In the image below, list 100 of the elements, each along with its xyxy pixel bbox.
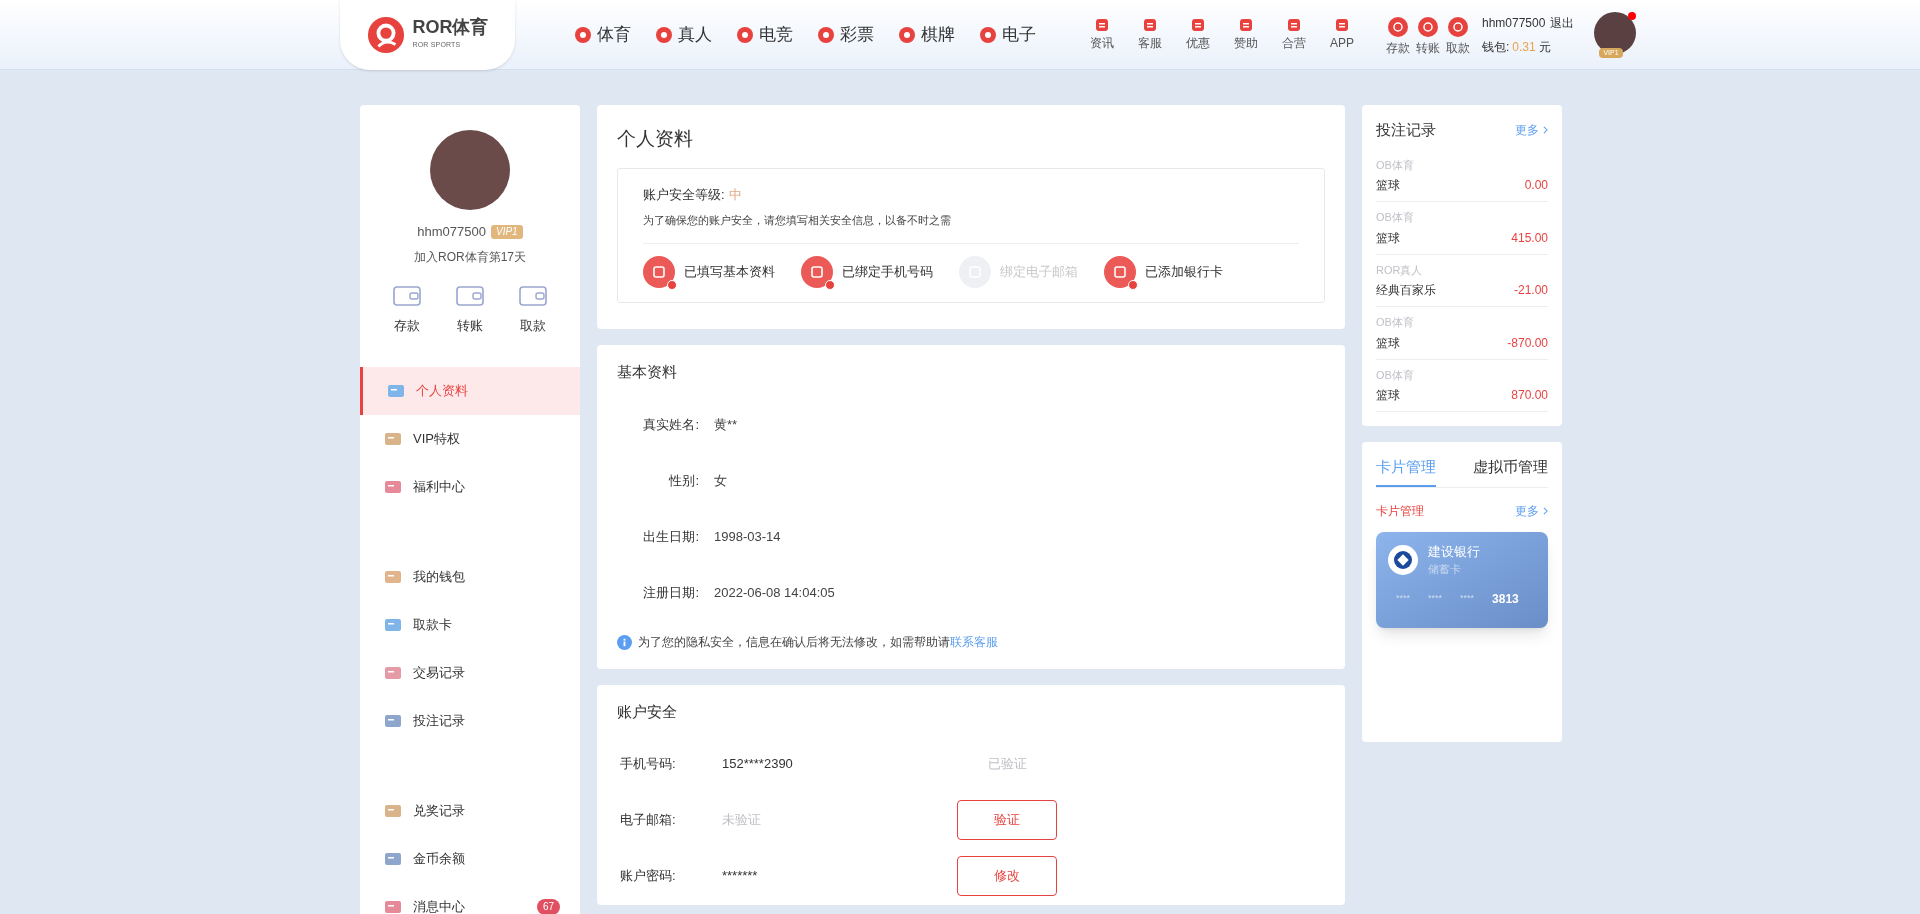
bet-platform: OB体育 [1376, 315, 1415, 330]
field-label: 电子邮箱: [619, 810, 677, 829]
unread-count-badge: 67 [536, 899, 560, 914]
wallet-label: 钱包: [1482, 38, 1510, 56]
nav-link[interactable]: 彩票 [818, 21, 874, 48]
bet-game: 篮球 [1376, 387, 1400, 404]
nav-link[interactable]: 棋牌 [899, 21, 955, 48]
menu-item[interactable]: 取款卡 [360, 601, 580, 649]
menu-item[interactable]: 兑奖记录 [360, 787, 580, 835]
header-username: hhm077500 [1482, 14, 1546, 32]
menu-item[interactable]: 交易记录 [360, 649, 580, 697]
chevron-right-icon [1543, 126, 1548, 135]
info-icon [617, 634, 632, 650]
bet-amount: 415.00 [1511, 229, 1548, 247]
logo-title: ROR体育 [412, 18, 489, 37]
tab[interactable]: 虚拟币管理 [1473, 456, 1548, 487]
nav-link[interactable]: 真人 [656, 21, 712, 48]
bet-platform: OB体育 [1376, 367, 1415, 383]
bet-amount: -21.00 [1513, 282, 1548, 299]
nav-link[interactable]: 电子 [980, 21, 1036, 48]
security-note: 为了确保您的账户安全，请您填写相关安全信息，以备不时之需 [643, 213, 952, 228]
card-number-mask: **** [1460, 591, 1475, 605]
sidebar-username: hhm077500 [417, 223, 486, 241]
security-level: 中 [728, 185, 742, 204]
bet-platform: OB体育 [1376, 210, 1415, 225]
menu-item[interactable]: 我的钱包 [360, 553, 580, 601]
card-title: 投注记录 [1376, 120, 1436, 140]
field-value: 152****2390 [722, 754, 794, 773]
bet-amount: -870.00 [1507, 334, 1548, 352]
bet-amount: 870.00 [1511, 387, 1548, 404]
nav-link[interactable]: 体育 [575, 21, 631, 48]
field-label: 真实姓名: [642, 416, 700, 435]
bet-game: 篮球 [1376, 177, 1400, 194]
nav-icon [899, 26, 915, 43]
field-label: 注册日期: [642, 584, 700, 603]
field-value: 黄** [714, 416, 738, 435]
nav-icon [575, 26, 591, 43]
tool-link[interactable]: 优惠 [1184, 17, 1212, 52]
tool-link[interactable]: 客服 [1136, 17, 1164, 52]
bet-amount: 0.00 [1524, 177, 1548, 194]
wallet-amount: 0.31 [1512, 38, 1536, 56]
wallet-unit: 元 [1538, 38, 1551, 56]
menu-item[interactable]: VIP特权 [360, 415, 580, 463]
card-type: 储蓄卡 [1428, 562, 1462, 577]
menu-item[interactable]: 消息中心 67 [360, 883, 580, 914]
menu-item[interactable]: 金币余额 [360, 835, 580, 883]
menu-item[interactable]: 福利中心 [360, 463, 580, 511]
security-label: 账户安全等级: [643, 185, 725, 204]
field-label: 手机号码: [619, 754, 677, 773]
verification-status: 已验证 [986, 754, 1028, 773]
field-label: 出生日期: [642, 528, 700, 547]
wallet-action-icon [1448, 16, 1468, 37]
field-value: 1998-03-14 [714, 528, 781, 547]
tool-link[interactable]: 赞助 [1232, 17, 1260, 52]
sidebar-action-icon [392, 283, 421, 308]
card-title: 个人资料 [617, 127, 694, 151]
bank-name: 建设银行 [1428, 542, 1480, 561]
sidebar-action[interactable]: 转账 [456, 283, 484, 335]
nav-link[interactable]: 电竞 [737, 21, 793, 48]
nav-icon [818, 26, 834, 43]
tool-link[interactable]: APP [1328, 17, 1356, 52]
wallet-action[interactable]: 存款 [1386, 16, 1410, 57]
vip-badge: VIP1 [491, 224, 523, 239]
join-days: 加入ROR体育第17天 [414, 247, 526, 266]
security-check-label: 已添加银行卡 [1145, 262, 1223, 281]
card-title: 基本资料 [617, 361, 678, 382]
logout-link[interactable]: 退出 [1550, 13, 1575, 32]
sidebar-action[interactable]: 存款 [392, 283, 421, 335]
logo-icon [366, 15, 405, 54]
section-label: 卡片管理 [1376, 502, 1424, 520]
field-value: ******* [722, 866, 759, 885]
bet-platform: OB体育 [1376, 157, 1415, 173]
field-value: 2022-06-08 14:04:05 [714, 584, 835, 603]
bet-game: 经典百家乐 [1376, 282, 1436, 299]
wallet-action[interactable]: 转账 [1416, 16, 1440, 57]
verify-button[interactable]: 验证 [957, 799, 1057, 840]
wallet-action[interactable]: 取款 [1446, 16, 1470, 57]
sidebar-action-icon [519, 283, 548, 308]
card-last-digits: 3813 [1492, 590, 1519, 608]
nav-icon [980, 26, 996, 43]
avatar[interactable] [1594, 11, 1637, 54]
field-label: 账户密码: [619, 866, 677, 885]
bank-logo-icon [1388, 544, 1418, 575]
menu-item[interactable]: 投注记录 [360, 697, 580, 745]
sidebar-action[interactable]: 取款 [519, 283, 548, 335]
tool-link[interactable]: 资讯 [1088, 17, 1116, 52]
card-title: 账户安全 [617, 702, 678, 722]
bet-game: 篮球 [1376, 334, 1400, 352]
security-check-label: 已填写基本资料 [684, 262, 775, 281]
wallet-action-icon [1388, 16, 1408, 37]
bet-platform: ROR真人 [1376, 262, 1424, 278]
menu-item[interactable]: 个人资料 [360, 367, 580, 415]
edit-button[interactable]: 修改 [957, 855, 1057, 896]
nav-icon [737, 26, 753, 43]
tool-link[interactable]: 合营 [1280, 17, 1308, 52]
security-check-label: 已绑定手机号码 [842, 262, 933, 281]
field-value: 未验证 [722, 810, 762, 829]
privacy-note: 为了您的隐私安全，信息在确认后将无法修改，如需帮助请联系客服 [638, 634, 998, 651]
sidebar-action-icon [456, 283, 484, 308]
card-number-mask: **** [1428, 591, 1443, 605]
